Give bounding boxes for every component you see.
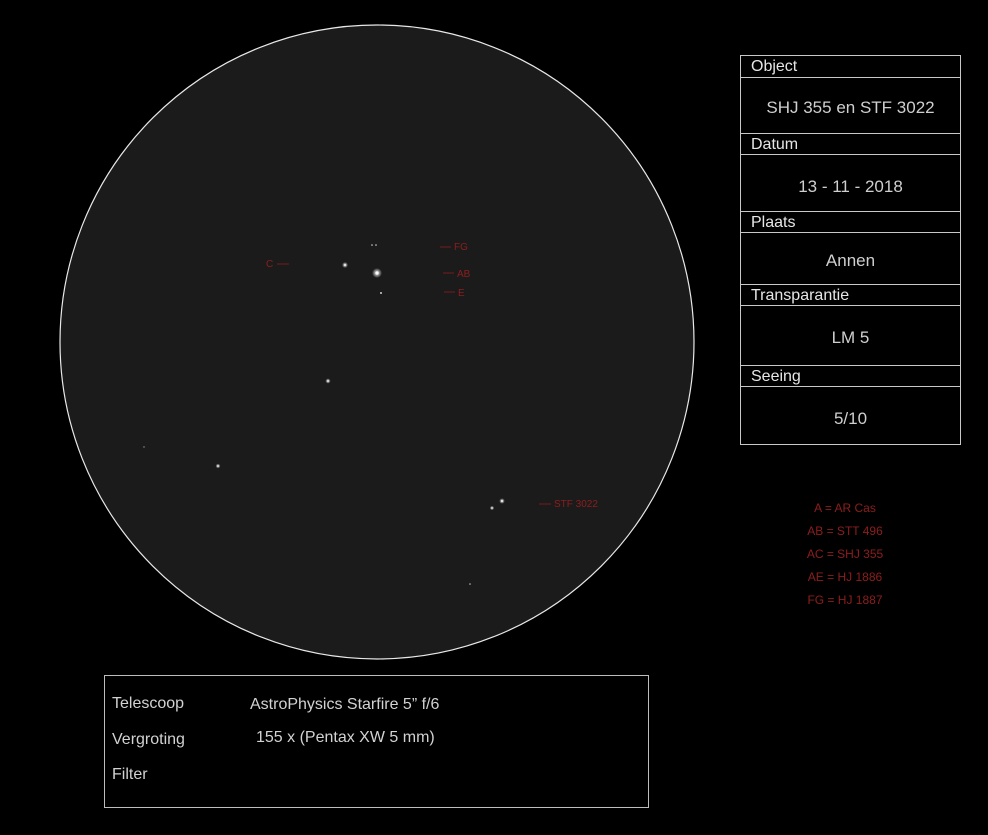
object-value: SHJ 355 en STF 3022 xyxy=(766,98,935,117)
magnification-value: 155 x (Pentax XW 5 mm) xyxy=(256,729,435,746)
star-stf-secondary-core xyxy=(491,507,493,509)
star-faint-left xyxy=(143,446,145,448)
label-e: E xyxy=(458,288,465,299)
star-c-core xyxy=(344,264,346,266)
telescope-label: Telescoop xyxy=(112,695,185,712)
label-ab: AB xyxy=(457,269,471,280)
observation-info-panel: Object SHJ 355 en STF 3022 Datum 13 - 11… xyxy=(740,55,961,445)
telescope-value: AstroPhysics Starfire 5” f/6 xyxy=(250,696,440,713)
seeing-label: Seeing xyxy=(741,365,960,387)
star-mid-core xyxy=(327,380,329,382)
transparency-label: Transparantie xyxy=(741,284,960,306)
star-stf-primary-core xyxy=(501,500,503,502)
star-a-core xyxy=(375,271,379,275)
equipment-panel: Telescoop AstroPhysics Starfire 5” f/6 V… xyxy=(104,675,649,808)
date-value: 13 - 11 - 2018 xyxy=(798,177,903,196)
label-c: C xyxy=(266,259,273,270)
label-fg: FG xyxy=(454,242,468,253)
legend-item: AB = STT 496 xyxy=(807,524,883,538)
place-label: Plaats xyxy=(741,211,960,233)
star-g xyxy=(375,244,377,246)
filter-label: Filter xyxy=(112,766,148,783)
star-e xyxy=(380,292,382,294)
star-left-core xyxy=(217,465,219,467)
object-label: Object xyxy=(741,56,960,78)
designation-legend: A = AR Cas AB = STT 496 AC = SHJ 355 AE … xyxy=(760,499,930,614)
legend-item: A = AR Cas xyxy=(814,501,876,515)
date-label: Datum xyxy=(741,133,960,155)
magnification-label: Vergroting xyxy=(112,731,185,748)
star-f xyxy=(371,244,373,246)
transparency-value: LM 5 xyxy=(831,328,870,347)
field-of-view-circle xyxy=(59,24,695,660)
legend-item: FG = HJ 1887 xyxy=(807,593,883,607)
legend-item: AE = HJ 1886 xyxy=(807,570,883,584)
label-stf-3022: STF 3022 xyxy=(554,499,598,510)
star-faint-bottom xyxy=(469,583,471,585)
seeing-value: 5/10 xyxy=(833,409,868,428)
place-value: Annen xyxy=(825,251,876,270)
legend-item: AC = SHJ 355 xyxy=(806,547,884,561)
